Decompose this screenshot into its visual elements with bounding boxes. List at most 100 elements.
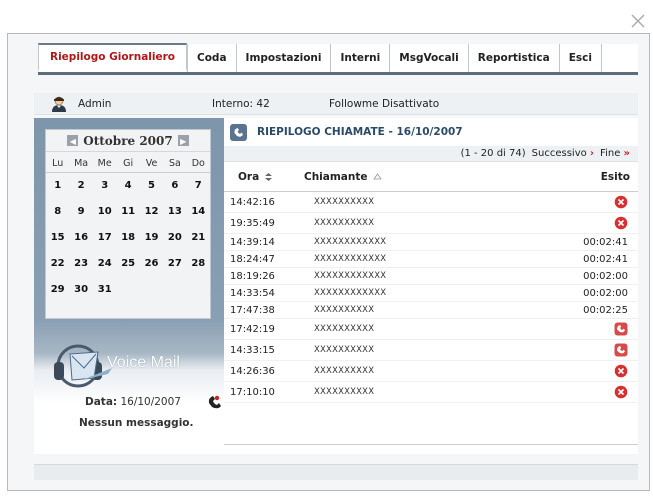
phone-icon[interactable] [206,394,222,410]
calendar-day[interactable]: 28 [187,250,210,276]
voicemail-date-label: Data: [85,396,118,408]
voicemail-title: Voice Mail [107,354,180,371]
column-chiamante[interactable]: Chiamante [296,171,558,183]
calendar-day[interactable]: 29 [46,276,69,302]
pager-next-label: Successivo [531,148,587,159]
calendar-day[interactable]: 22 [46,250,69,276]
calendar-day[interactable]: 27 [163,250,186,276]
tab-esci[interactable]: Esci [558,44,601,72]
calendar-day[interactable]: 11 [116,198,139,224]
table-row[interactable]: 18:24:47 XXXXXXXXXXXX 00:02:41 [224,251,638,268]
chevron-right-icon[interactable]: ▶ [177,135,189,146]
tab-reportistica[interactable]: Reportistica [467,44,559,72]
calendar-day[interactable]: 31 [93,276,117,302]
table-row[interactable]: 14:33:54 XXXXXXXXXXXX 00:02:00 [224,285,638,302]
calendar-day[interactable]: 1 [46,172,69,198]
tab-msgvocali[interactable]: MsgVocali [389,44,468,72]
calendar: ◀ Ottobre 2007 ▶ Lu Ma Me Gi Ve Sa Do 12345678… [45,129,211,319]
cross-circle-icon [614,385,628,399]
table-row[interactable]: 19:35:49 XXXXXXXXXX [224,213,638,234]
calendar-day[interactable]: 10 [93,198,117,224]
cross-circle-icon [614,195,628,209]
table-row[interactable]: 18:19:26 XXXXXXXXXXXX 00:02:00 [224,268,638,285]
calendar-day[interactable]: 20 [163,224,186,250]
calendar-day[interactable]: 2 [69,172,93,198]
call-outcome [558,364,638,378]
table-row[interactable]: 14:42:16 XXXXXXXXXX [224,192,638,213]
cross-circle-icon [614,216,628,230]
call-outcome [558,322,638,336]
call-outcome: 00:02:25 [558,305,638,316]
calendar-day[interactable]: 6 [163,172,186,198]
call-time: 17:47:38 [230,304,275,316]
caller-number: XXXXXXXXXX [314,345,375,355]
call-duration: 00:02:25 [583,304,628,316]
calendar-day[interactable]: 9 [69,198,93,224]
sort-up-icon [372,172,382,179]
call-duration: 00:02:00 [583,287,628,299]
calendar-day[interactable]: 12 [140,198,163,224]
pager-next-link[interactable]: Successivo › [532,148,594,159]
table-row[interactable]: 17:42:19 XXXXXXXXXX [224,319,638,340]
call-time: 17:10:10 [230,386,275,398]
calendar-day[interactable]: 13 [163,198,186,224]
calls-table: 14:42:16 XXXXXXXXXX 19:35:49 XXXXXXXXXX 14:3… [224,192,638,403]
column-ora[interactable]: Ora [224,171,296,183]
calendar-weekday: Ma [69,156,93,173]
pager-end-label: Fine [600,148,621,159]
call-duration: 00:02:41 [583,253,628,265]
calendar-day[interactable]: 25 [116,250,139,276]
calendar-day[interactable]: 7 [187,172,210,198]
call-outcome [558,195,638,209]
calendar-day[interactable]: 14 [187,198,210,224]
table-row[interactable]: 17:47:38 XXXXXXXXXX 00:02:25 [224,302,638,319]
caller-number: XXXXXXXXXX [314,305,375,315]
calendar-weekday: Sa [163,156,187,173]
calendar-day[interactable]: 30 [69,276,93,302]
calendar-week: 8 9 10 11 12 13 14 [46,198,210,224]
table-row[interactable]: 14:26:36 XXXXXXXXXX [224,361,638,382]
tab-riepilogo-giornaliero[interactable]: Riepilogo Giornaliero [38,43,188,72]
close-icon[interactable] [631,14,645,28]
followme-status: Followme Disattivato [329,97,440,110]
caller-number: XXXXXXXXXXXX [314,237,387,247]
call-time: 19:35:49 [230,217,275,229]
calendar-day[interactable]: 8 [46,198,69,224]
column-esito[interactable]: Esito [558,171,638,183]
table-row[interactable]: 14:33:15 XXXXXXXXXX [224,340,638,361]
pager-end-link[interactable]: Fine » [600,148,630,159]
sort-icon [265,172,273,181]
caller-number: XXXXXXXXXX [314,387,375,397]
calendar-day[interactable]: 5 [140,172,163,198]
column-ora-label: Ora [238,170,260,183]
double-chevron-right-icon: » [623,148,630,159]
user-icon [52,96,66,112]
column-chiamante-label: Chiamante [304,170,368,183]
table-row[interactable]: 14:39:14 XXXXXXXXXXXX 00:02:41 [224,234,638,251]
table-row[interactable]: 17:10:10 XXXXXXXXXX [224,382,638,403]
chevron-left-icon[interactable]: ◀ [67,135,79,146]
calendar-day[interactable]: 17 [93,224,117,250]
calendar-day[interactable]: 18 [116,224,139,250]
call-outcome: 00:02:00 [558,271,638,282]
call-time: 14:39:14 [230,236,275,248]
calendar-day[interactable]: 23 [69,250,93,276]
call-time: 18:19:26 [230,270,275,282]
calendar-day[interactable]: 16 [69,224,93,250]
calendar-day[interactable]: 3 [93,172,117,198]
calendar-day[interactable]: 15 [46,224,69,250]
calendar-day[interactable]: 26 [140,250,163,276]
tab-coda[interactable]: Coda [187,44,236,72]
calendar-day[interactable]: 21 [187,224,210,250]
calendar-day[interactable]: 19 [140,224,163,250]
calendar-day[interactable]: 4 [116,172,139,198]
tab-impostazioni[interactable]: Impostazioni [235,44,331,72]
tab-interni[interactable]: Interni [330,44,390,72]
calendar-day [116,276,139,302]
calls-title: RIEPILOGO CHIAMATE - 16/10/2007 [257,126,463,138]
caller-number: XXXXXXXXXX [314,366,375,376]
call-outcome: 00:02:41 [558,237,638,248]
calendar-day[interactable]: 24 [93,250,117,276]
calendar-weekday: Me [92,156,117,173]
call-time: 17:42:19 [230,323,275,335]
